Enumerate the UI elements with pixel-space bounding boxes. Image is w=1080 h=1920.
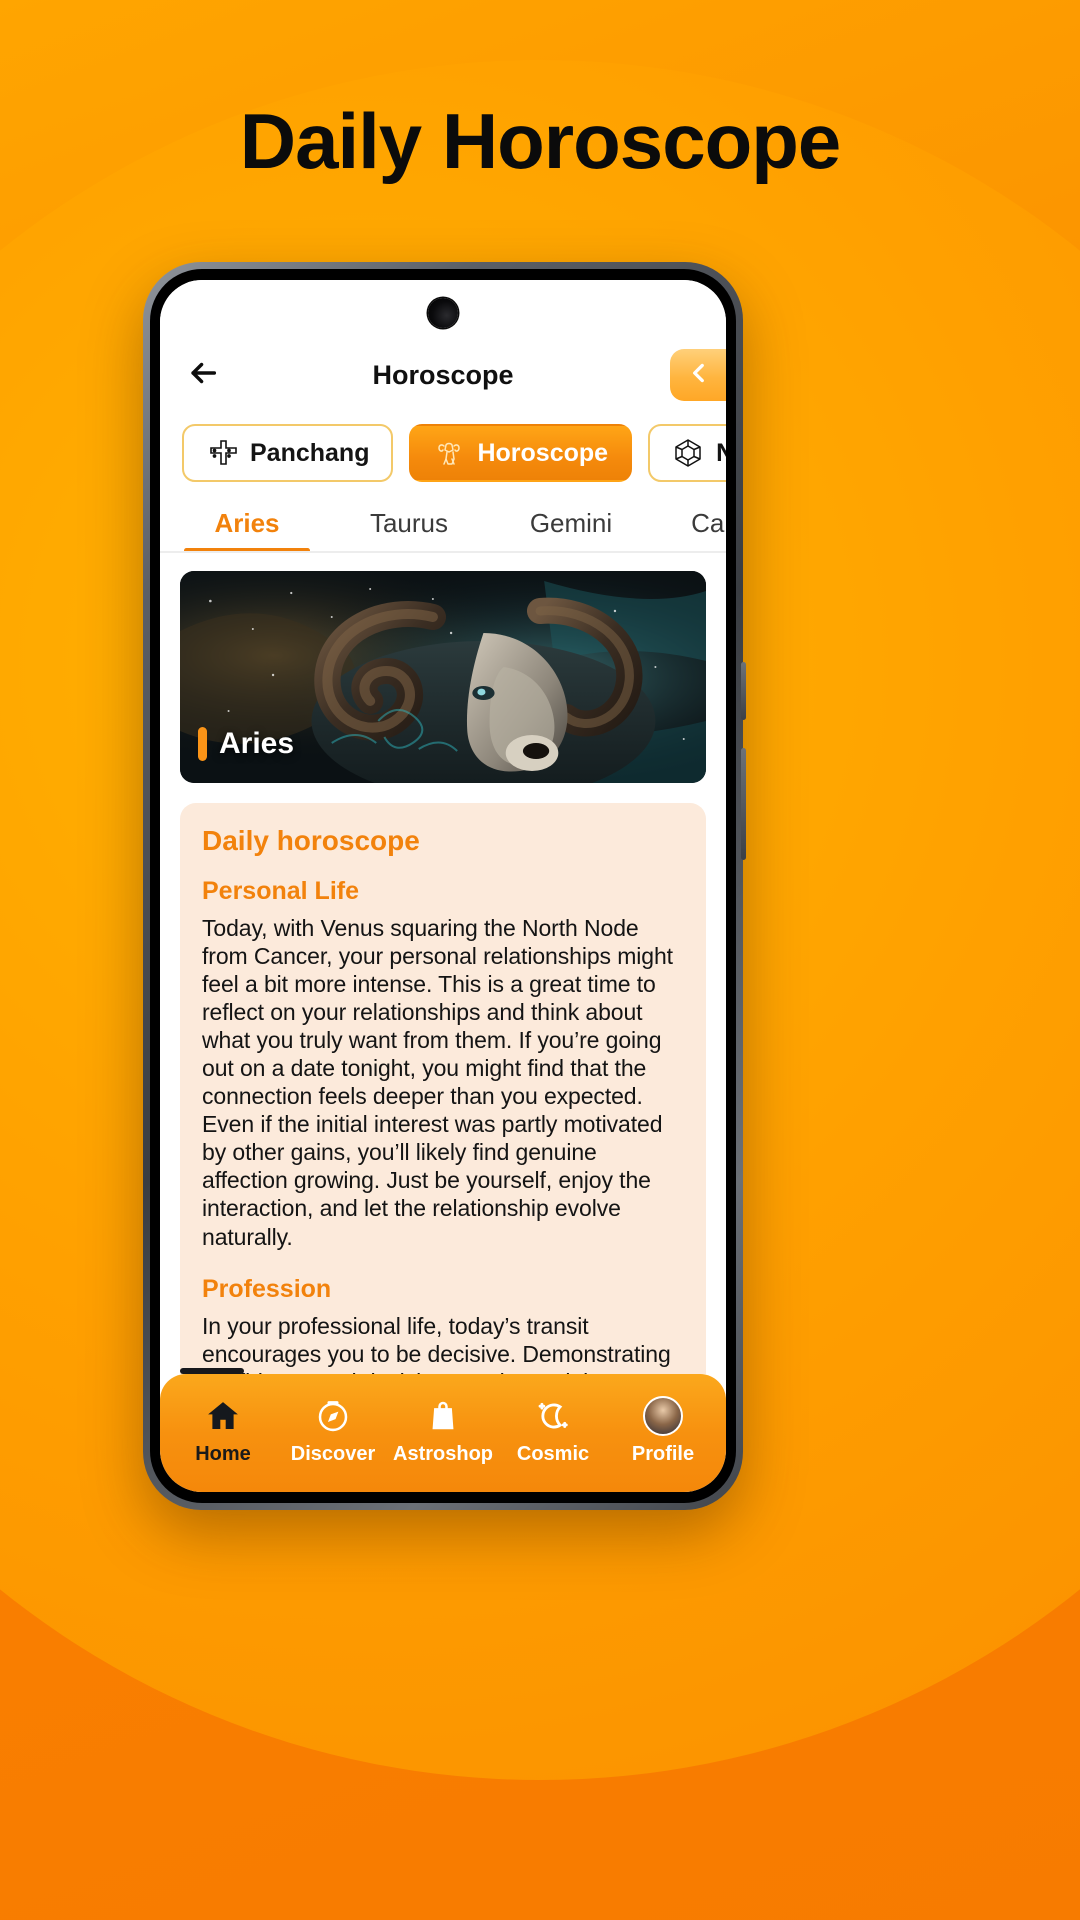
- nav-item-profile[interactable]: Profile: [609, 1395, 717, 1466]
- zodiac-tab-row[interactable]: Aries Taurus Gemini Cancer: [160, 498, 726, 553]
- section-body-personal-life: Today, with Venus squaring the North Nod…: [202, 915, 673, 1250]
- status-bar: [160, 280, 726, 342]
- zodiac-hero-label: Aries: [198, 727, 294, 761]
- nav-item-astroshop[interactable]: Astroshop: [389, 1395, 497, 1466]
- zodiac-hero-image: Aries: [180, 571, 706, 783]
- phone-frame: Horoscope Panchang Horoscope N Aries Tau…: [143, 262, 746, 1510]
- front-camera-icon: [428, 298, 458, 328]
- category-pill-numerology[interactable]: Numerology: [648, 424, 726, 482]
- shopping-bag-icon: [424, 1395, 462, 1437]
- section-body-profession: In your professional life, today’s trans…: [202, 1312, 671, 1374]
- category-pill-label: Horoscope: [477, 438, 609, 467]
- app-header: Horoscope: [160, 342, 726, 408]
- bottom-navigation-bar[interactable]: Home Discover Astroshop Cosmic Profile: [160, 1374, 726, 1492]
- zodiac-tab-taurus[interactable]: Taurus: [328, 498, 490, 551]
- category-pill-horoscope[interactable]: Horoscope: [409, 424, 633, 482]
- zodiac-tab-gemini[interactable]: Gemini: [490, 498, 652, 551]
- nav-item-label: Astroshop: [393, 1442, 493, 1465]
- arrow-left-icon: [186, 356, 220, 395]
- phone-volume-button: [741, 748, 746, 860]
- section-heading-personal-life: Personal Life: [202, 877, 359, 905]
- section-heading-profession: Profession: [202, 1274, 332, 1303]
- nav-item-label: Discover: [290, 1442, 376, 1465]
- horoscope-content[interactable]: Aries Daily horoscope Personal Life Toda…: [160, 553, 726, 1374]
- zodiac-hero-name: Aries: [219, 727, 295, 760]
- phone-screen: Horoscope Panchang Horoscope N Aries Tau…: [160, 280, 726, 1492]
- back-button[interactable]: [180, 352, 226, 398]
- nav-item-label: Home: [195, 1442, 251, 1465]
- nav-item-discover[interactable]: Discover: [279, 1395, 387, 1466]
- home-icon: [204, 1395, 242, 1437]
- zodiac-tab-label: Aries: [214, 508, 280, 538]
- avatar-icon: [643, 1395, 683, 1437]
- promo-title: Daily Horoscope: [239, 97, 842, 185]
- compass-icon: [314, 1395, 352, 1437]
- daily-horoscope-card: Daily horoscope Personal Life Today, wit…: [180, 803, 706, 1374]
- page-title: Horoscope: [372, 359, 514, 390]
- swastika-icon: [206, 437, 238, 469]
- zodiac-tab-cancer[interactable]: Cancer: [652, 498, 726, 551]
- zodiac-tab-label: Gemini: [529, 508, 613, 538]
- card-title: Daily horoscope: [202, 825, 420, 856]
- zodiac-tab-aries[interactable]: Aries: [166, 498, 328, 551]
- avatar: [643, 1395, 683, 1436]
- nav-item-cosmic[interactable]: Cosmic: [499, 1395, 607, 1466]
- category-pill-label: Panchang: [250, 438, 370, 467]
- language-toggle-button[interactable]: [670, 349, 726, 401]
- numerology-dice-icon: [672, 437, 704, 469]
- category-pill-panchang[interactable]: Panchang: [182, 424, 394, 482]
- category-pill-row[interactable]: Panchang Horoscope N: [160, 408, 726, 498]
- chevron-left-icon: [686, 360, 712, 391]
- zodiac-tab-label: Taurus: [369, 508, 449, 538]
- nav-item-home[interactable]: Home: [169, 1395, 277, 1466]
- accent-bar: [198, 727, 207, 761]
- moon-stars-icon: [534, 1395, 572, 1437]
- nav-item-label: Cosmic: [516, 1442, 590, 1465]
- zodiac-tab-label: Cancer: [691, 508, 726, 538]
- nav-item-label: Profile: [631, 1442, 695, 1465]
- phone-power-button: [741, 662, 746, 720]
- category-pill-label: Numerology: [716, 438, 726, 467]
- aries-ram-icon: [433, 437, 465, 469]
- phone-bezel: Horoscope Panchang Horoscope N Aries Tau…: [150, 269, 736, 1503]
